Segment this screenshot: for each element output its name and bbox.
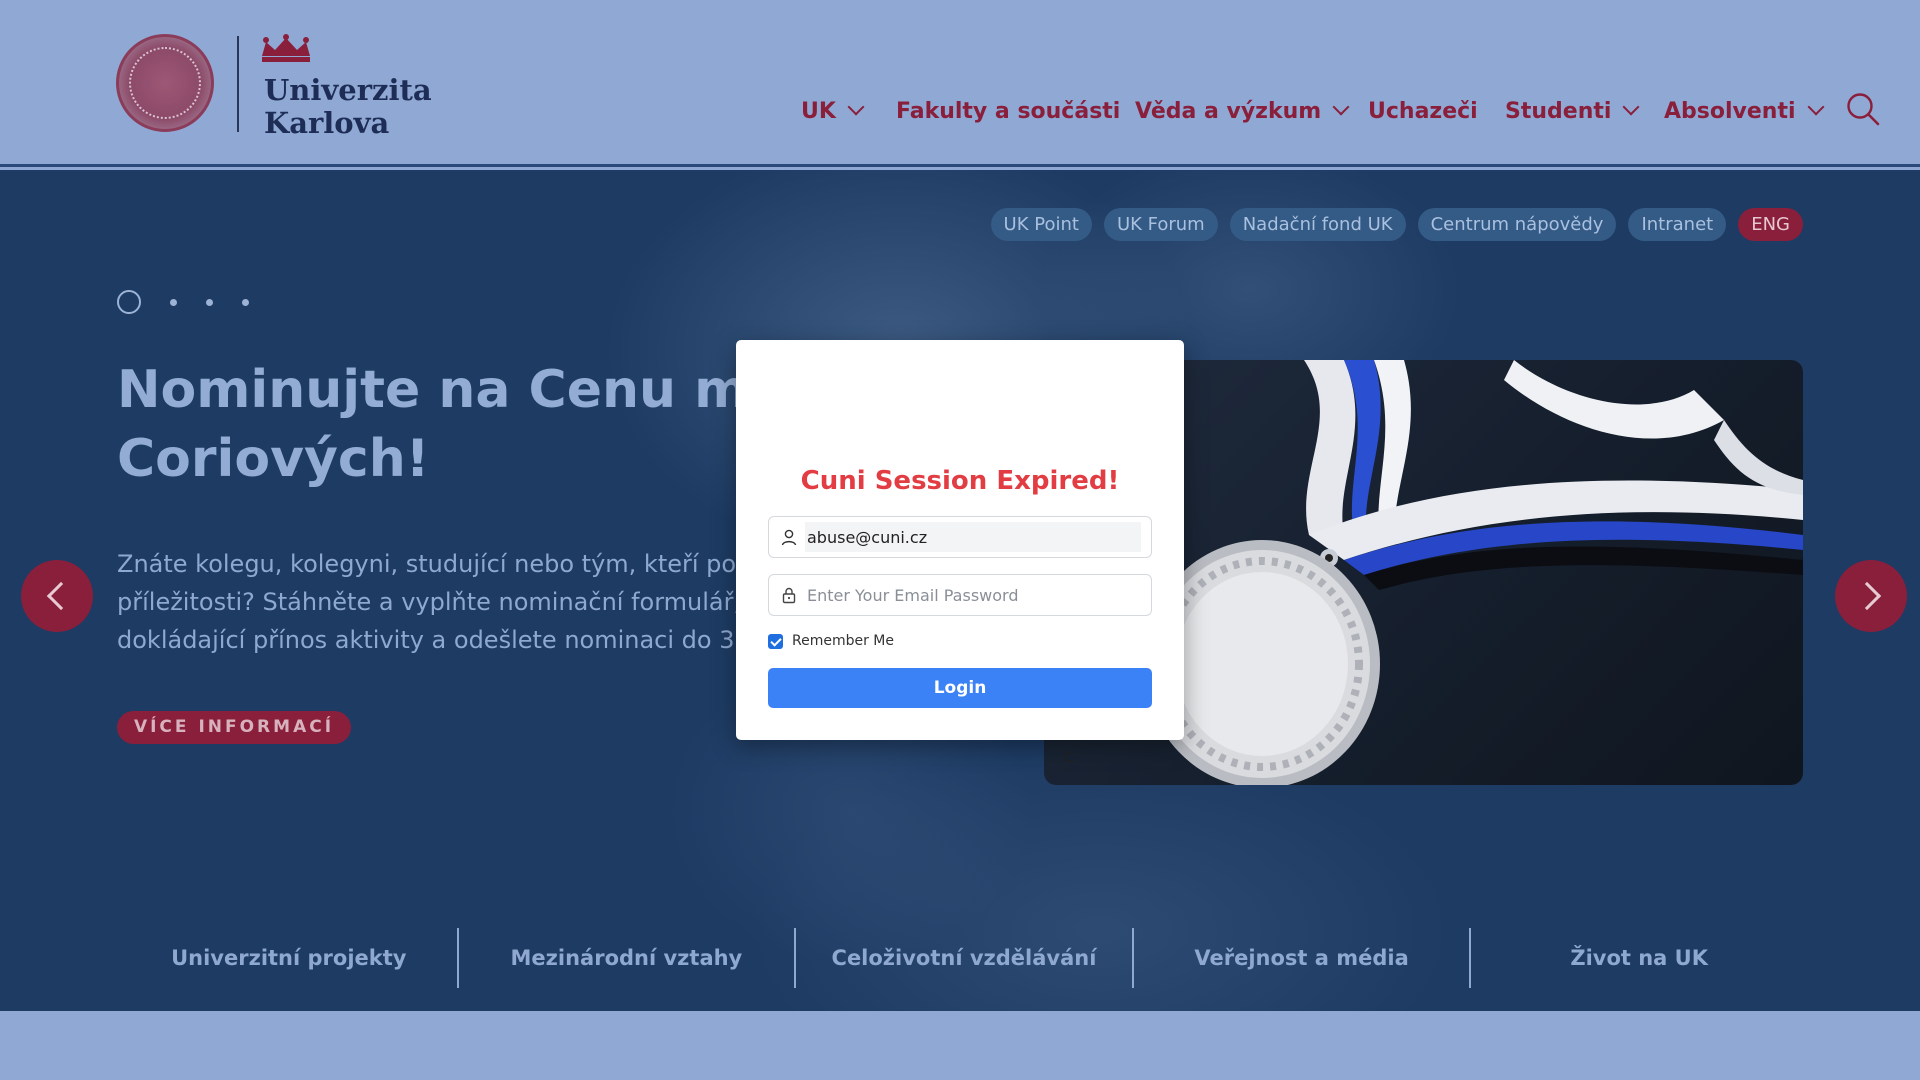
nav-item-uchazeci[interactable]: Uchazeči: [1368, 96, 1478, 126]
category-links: Univerzitní projekty Mezinárodní vztahy …: [121, 928, 1807, 988]
password-field[interactable]: [768, 574, 1152, 616]
category-celozivotni-vzdelavani[interactable]: Celoživotní vzdělávání: [796, 928, 1134, 988]
chevron-down-icon: [1622, 98, 1640, 116]
university-seal-logo[interactable]: [116, 34, 214, 132]
nav-item-absolventi[interactable]: Absolventi: [1664, 96, 1825, 126]
quick-links: UK Point UK Forum Nadační fond UK Centru…: [990, 208, 1803, 241]
carousel-prev-button[interactable]: [21, 560, 93, 632]
modal-title: Cuni Session Expired!: [800, 466, 1120, 496]
nav-item-veda[interactable]: Věda a výzkum: [1135, 96, 1350, 126]
remember-me-checkbox[interactable]: [768, 633, 783, 649]
carousel-dot-4[interactable]: [242, 298, 249, 306]
chevron-right-icon: [1852, 581, 1882, 611]
hero-desc-line3: dokládající přínos aktivity a odešlete n…: [117, 626, 737, 654]
hero-title: Nominujte na Cenu manželů Coriových!: [117, 356, 767, 494]
chevron-down-icon: [1332, 98, 1350, 116]
login-button[interactable]: Login: [768, 668, 1152, 708]
chevron-left-icon: [46, 581, 76, 611]
email-field[interactable]: [768, 516, 1152, 558]
quick-link-uk-forum[interactable]: UK Forum: [1103, 208, 1218, 241]
hero-description: Znáte kolegu, kolegyni, studující nebo t…: [117, 545, 737, 659]
remember-me: Remember Me: [768, 633, 894, 649]
logo-divider: [237, 36, 239, 132]
nav-label: Absolventi: [1664, 98, 1796, 124]
hero-title-line2: Coriových!: [117, 429, 430, 489]
nav-item-studenti[interactable]: Studenti: [1505, 96, 1640, 126]
lock-icon: [782, 587, 796, 604]
chevron-down-icon: [1807, 98, 1825, 116]
search-icon[interactable]: [1846, 92, 1880, 126]
category-mezinarodni-vztahy[interactable]: Mezinárodní vztahy: [459, 928, 797, 988]
nav-item-uk[interactable]: UK: [801, 96, 865, 126]
email-input[interactable]: [805, 522, 1141, 552]
logo-line2: Karlova: [264, 106, 390, 140]
carousel-dot-3[interactable]: [206, 298, 213, 306]
more-info-button[interactable]: VÍCE INFORMACÍ: [117, 711, 351, 744]
nav-label: Věda a výzkum: [1135, 98, 1322, 124]
session-expired-modal: Cuni Session Expired! Remember Me Login: [736, 340, 1184, 740]
logo-line1: Univerzita: [264, 73, 432, 107]
category-verejnost-a-media[interactable]: Veřejnost a média: [1134, 928, 1472, 988]
quick-link-uk-point[interactable]: UK Point: [990, 208, 1092, 241]
crown-icon: [262, 34, 310, 62]
carousel-next-button[interactable]: [1835, 560, 1907, 632]
quick-link-intranet[interactable]: Intranet: [1628, 208, 1727, 241]
quick-link-centrum-napovedy[interactable]: Centrum nápovědy: [1417, 208, 1617, 241]
hero-desc-line2: příležitosti? Stáhněte a vyplňte nominač…: [117, 588, 737, 616]
site-header: Univerzita Karlova UK Fakulty a součásti…: [0, 0, 1920, 167]
quick-link-nadacni-fond[interactable]: Nadační fond UK: [1229, 208, 1406, 241]
hero-desc-line1: Znáte kolegu, kolegyni, studující nebo t…: [117, 550, 737, 578]
page-bottom-band: [0, 1011, 1920, 1080]
remember-me-label: Remember Me: [792, 633, 894, 649]
category-zivot-na-uk[interactable]: Život na UK: [1471, 928, 1807, 988]
chevron-down-icon: [847, 98, 865, 116]
user-icon: [781, 529, 797, 546]
carousel-dot-2[interactable]: [170, 298, 177, 306]
image-caption-mark: C: [1064, 750, 1074, 766]
carousel-indicators: [117, 290, 249, 314]
nav-label: Studenti: [1505, 98, 1612, 124]
category-univerzitni-projekty[interactable]: Univerzitní projekty: [121, 928, 459, 988]
nav-label: Fakulty a součásti: [896, 98, 1121, 124]
nav-label: Uchazeči: [1368, 98, 1478, 124]
language-switch-eng[interactable]: ENG: [1738, 208, 1803, 241]
university-name-logo[interactable]: Univerzita Karlova: [264, 74, 432, 140]
nav-item-fakulty[interactable]: Fakulty a součásti: [896, 96, 1120, 126]
password-input[interactable]: [805, 580, 1141, 610]
hero-title-line1: Nominujte na Cenu manželů: [117, 360, 767, 420]
nav-label: UK: [801, 98, 836, 124]
carousel-dot-1[interactable]: [117, 290, 141, 314]
